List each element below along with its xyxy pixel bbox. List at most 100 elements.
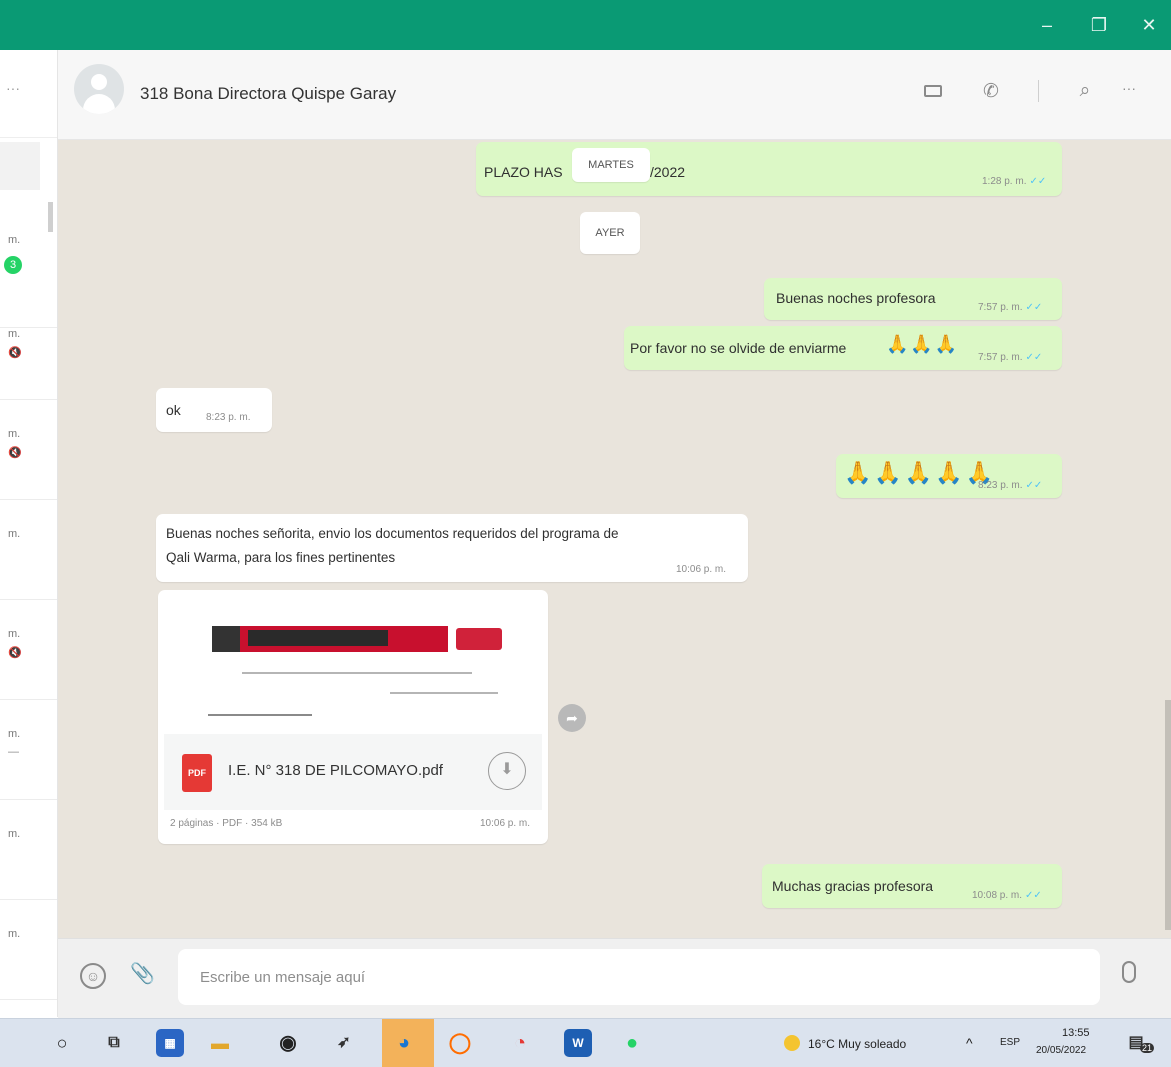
- document-preview[interactable]: [164, 596, 542, 732]
- close-button[interactable]: ✕: [1136, 13, 1162, 37]
- title-bar: – ❐ ✕: [0, 0, 1171, 50]
- chat-time: m.: [8, 528, 21, 540]
- chat-list-item[interactable]: m. —: [0, 700, 57, 800]
- preview-line: [208, 714, 312, 716]
- muted-icon: 🔇: [8, 647, 22, 659]
- message-text: Muchas gracias profesora: [772, 878, 934, 894]
- message-time: 10:06 p. m.: [676, 564, 727, 575]
- tray-chevron-icon[interactable]: ^: [966, 1035, 973, 1051]
- attach-clip-icon[interactable]: 📎: [130, 961, 155, 986]
- language-indicator[interactable]: ESP: [1000, 1037, 1020, 1048]
- edge-browser-icon[interactable]: ◕: [390, 1029, 418, 1057]
- unread-badge: 3: [4, 256, 22, 274]
- clock-time[interactable]: 13:55: [1062, 1027, 1090, 1039]
- preview-line: [242, 672, 472, 674]
- message-area: PLAZO HAS /2022 1:28 p. m. ✓✓ MARTES AYER…: [58, 140, 1171, 938]
- message-time: 8:23 p. m. ✓✓: [978, 480, 1043, 491]
- message-text: Buenas noches profesora: [776, 290, 936, 306]
- chat-time: m.: [8, 828, 21, 840]
- message-text-line2: Qali Warma, para los fines pertinentes: [166, 550, 396, 565]
- praying-hands-emoji: 🙏🙏🙏: [886, 334, 960, 354]
- chat-time: m.: [8, 928, 21, 940]
- chat-time: m.: [8, 728, 21, 740]
- minimize-button[interactable]: –: [1034, 13, 1060, 37]
- chat-time: m.: [8, 328, 21, 340]
- sidebar-menu-icon[interactable]: ···: [6, 80, 20, 96]
- maximize-button[interactable]: ❐: [1086, 13, 1112, 37]
- chat-time: m.: [8, 628, 21, 640]
- outgoing-message[interactable]: Muchas gracias profesora 10:08 p. m. ✓✓: [762, 864, 1062, 908]
- sidebar-header: ···: [0, 50, 57, 138]
- message-time: 1:28 p. m. ✓✓: [982, 176, 1047, 187]
- voice-call-icon[interactable]: ✆: [978, 80, 1004, 103]
- header-divider: [1038, 80, 1039, 102]
- day-chip: AYER: [580, 212, 640, 254]
- download-button[interactable]: ⬇: [488, 752, 526, 790]
- message-text: Buenas noches señorita, envio los docume…: [166, 526, 619, 541]
- chat-list-item[interactable]: m.: [0, 900, 57, 1000]
- chrome-icon[interactable]: ◔: [506, 1029, 534, 1057]
- message-text: Por favor no se olvide de enviarme: [630, 340, 847, 356]
- preview-crest: [212, 626, 240, 652]
- calendar-app-icon[interactable]: ▦: [156, 1029, 184, 1057]
- chat-scrollbar[interactable]: [1165, 700, 1171, 930]
- microphone-icon[interactable]: [1122, 961, 1136, 983]
- task-view-icon[interactable]: ⧉: [100, 1029, 128, 1057]
- chat-list-item[interactable]: m. 🔇: [0, 600, 57, 700]
- day-chip: MARTES: [572, 148, 650, 182]
- muted-icon: 🔇: [8, 447, 22, 459]
- document-message[interactable]: PDF I.E. N° 318 DE PILCOMAYO.pdf ⬇ 2 pág…: [158, 590, 548, 844]
- word-icon[interactable]: W: [564, 1029, 592, 1057]
- chat-list-item[interactable]: m.: [0, 800, 57, 900]
- chat-list-item[interactable]: m. 🔇: [0, 400, 57, 500]
- incoming-message[interactable]: Buenas noches señorita, envio los docume…: [156, 514, 748, 582]
- file-explorer-icon[interactable]: ▬: [206, 1029, 234, 1057]
- contact-avatar[interactable]: [74, 64, 124, 114]
- message-text: ok: [166, 402, 181, 418]
- search-icon[interactable]: ⌕: [1072, 80, 1098, 102]
- outgoing-message[interactable]: 🙏🙏🙏🙏🙏 8:23 p. m. ✓✓: [836, 454, 1062, 498]
- document-name: I.E. N° 318 DE PILCOMAYO.pdf: [228, 762, 443, 779]
- preview-header-text: [248, 630, 388, 646]
- incoming-message[interactable]: ok 8:23 p. m.: [156, 388, 272, 432]
- message-time: 7:57 p. m. ✓✓: [978, 302, 1043, 313]
- praying-hands-emoji: 🙏🙏🙏🙏🙏: [844, 460, 996, 485]
- message-time: 10:06 p. m.: [480, 818, 531, 829]
- chat-header: 318 Bona Directora Quispe Garay ✆ ⌕ ···: [58, 50, 1171, 140]
- search-circle-icon[interactable]: ○: [48, 1029, 76, 1057]
- weather-text[interactable]: 16°C Muy soleado: [808, 1037, 906, 1051]
- contact-name[interactable]: 318 Bona Directora Quispe Garay: [140, 84, 396, 104]
- weather-sun-icon: [784, 1035, 800, 1051]
- outgoing-message[interactable]: Por favor no se olvide de enviarme 🙏🙏🙏 7…: [624, 326, 1062, 370]
- windows-taskbar: ○ ⧉ ▦ ▬ ◉ ➶ ◕ ◯ ◔ W ● 16°C Muy soleado ^…: [0, 1018, 1171, 1067]
- chat-list-item[interactable]: m.: [0, 500, 57, 600]
- pdf-file-icon: PDF: [182, 754, 212, 792]
- browser-globe-icon[interactable]: ◉: [274, 1029, 302, 1057]
- forward-icon[interactable]: ➦: [558, 704, 586, 732]
- clock-date[interactable]: 20/05/2022: [1036, 1045, 1086, 1056]
- preview-logo: [456, 628, 502, 650]
- emoji-icon[interactable]: ☺: [80, 963, 106, 989]
- avatar-body-shape: [83, 94, 115, 114]
- whatsapp-icon[interactable]: ●: [618, 1029, 646, 1057]
- document-info-bar[interactable]: PDF I.E. N° 318 DE PILCOMAYO.pdf ⬇: [164, 734, 542, 810]
- chat-list-sidebar: ··· m. 3 m. 🔇 m. 🔇 m. m. 🔇 m. — m. m.: [0, 50, 58, 1017]
- status-dash-icon: —: [8, 746, 19, 758]
- menu-icon[interactable]: ···: [1116, 80, 1142, 96]
- avatar-head-shape: [91, 74, 107, 90]
- app-icon[interactable]: ➶: [330, 1029, 358, 1057]
- message-time: 10:08 p. m. ✓✓: [972, 890, 1042, 901]
- message-composer: ☺ 📎: [58, 938, 1171, 1018]
- chat-time: m.: [8, 234, 21, 246]
- notification-count: 21: [1140, 1043, 1155, 1053]
- document-meta: 2 páginas · PDF · 354 kB: [170, 818, 283, 829]
- message-time: 8:23 p. m.: [206, 412, 251, 423]
- opera-icon[interactable]: ◯: [446, 1029, 474, 1057]
- message-input[interactable]: [178, 949, 1100, 1005]
- muted-icon: 🔇: [8, 347, 22, 359]
- outgoing-message[interactable]: Buenas noches profesora 7:57 p. m. ✓✓: [764, 278, 1062, 320]
- chat-list-item[interactable]: m. 🔇: [0, 300, 57, 400]
- search-box[interactable]: [0, 142, 40, 190]
- outgoing-message[interactable]: PLAZO HAS /2022 1:28 p. m. ✓✓: [476, 142, 1062, 196]
- message-text: PLAZO HAS: [484, 164, 563, 180]
